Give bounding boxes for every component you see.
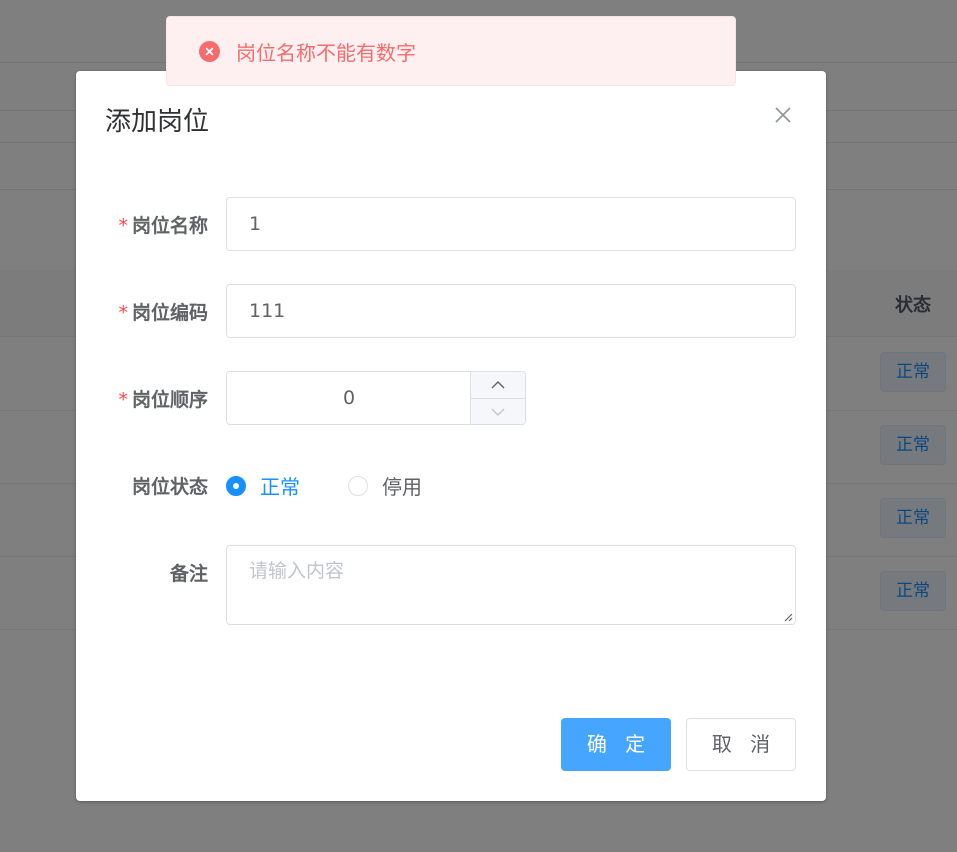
required-star: * — [118, 215, 128, 237]
decrease-button[interactable] — [471, 399, 525, 425]
increase-button[interactable] — [471, 372, 525, 399]
remark-textarea[interactable]: 请输入内容 — [226, 545, 796, 625]
resize-grip-icon[interactable] — [783, 612, 793, 622]
required-star: * — [118, 389, 128, 411]
radio-label: 停用 — [382, 475, 422, 499]
radio-checked-icon — [226, 475, 246, 496]
cancel-button[interactable]: 取 消 — [686, 718, 796, 771]
status-radio-normal[interactable]: 正常 — [226, 471, 300, 500]
radio-label: 正常 — [260, 475, 300, 499]
close-icon[interactable] — [771, 103, 795, 127]
dialog-title: 添加岗位 — [105, 107, 210, 137]
remark-label: 备注 — [169, 563, 208, 585]
post-name-input[interactable]: 1 — [226, 197, 796, 251]
post-code-label: * 岗位编码 — [118, 302, 208, 324]
post-code-input[interactable]: 111 — [226, 284, 796, 338]
radio-unchecked-icon — [348, 475, 368, 496]
chevron-up-icon — [491, 381, 505, 389]
add-post-dialog: 添加岗位 * 岗位名称 1 * 岗位编码 111 * 岗位顺序 0 岗位状态 正常 停… — [76, 71, 826, 801]
stepper-controls — [470, 372, 525, 424]
error-circle-icon — [199, 40, 220, 62]
chevron-down-icon — [491, 408, 505, 416]
remark-placeholder: 请输入内容 — [249, 560, 345, 582]
toast-message: 岗位名称不能有数字 — [236, 40, 416, 65]
post-sort-label: * 岗位顺序 — [118, 389, 208, 411]
post-sort-value[interactable]: 0 — [227, 372, 471, 424]
confirm-button[interactable]: 确 定 — [561, 718, 671, 771]
required-star: * — [118, 302, 128, 324]
post-name-label: * 岗位名称 — [118, 215, 208, 237]
post-sort-stepper[interactable]: 0 — [226, 371, 526, 425]
error-message-toast: 岗位名称不能有数字 — [166, 16, 736, 86]
post-status-label: 岗位状态 — [131, 476, 208, 498]
status-radio-disabled[interactable]: 停用 — [348, 471, 422, 500]
